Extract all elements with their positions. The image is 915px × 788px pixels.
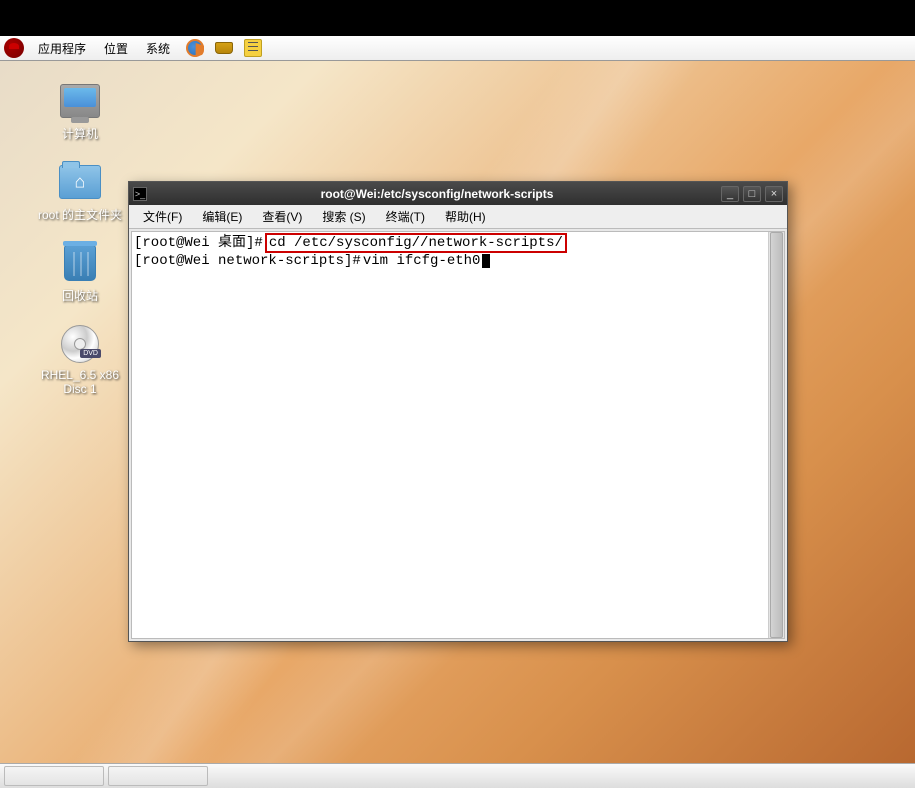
desktop-icon-label: 回收站 <box>62 287 98 304</box>
firefox-icon <box>186 39 204 57</box>
terminal-line-1: [root@Wei 桌面]# cd /etc/sysconfig//networ… <box>134 233 766 253</box>
taskbar-entry[interactable] <box>108 766 208 786</box>
term-menu-help[interactable]: 帮助(H) <box>435 205 496 228</box>
desktop-icon-label: 计算机 <box>62 125 98 142</box>
top-black-bar <box>0 0 915 36</box>
trash-icon <box>64 245 96 281</box>
computer-icon <box>60 84 100 118</box>
package-icon <box>215 42 233 54</box>
desktop-icon-label: root 的主文件夹 <box>38 206 122 223</box>
notes-icon <box>244 39 262 57</box>
terminal-scrollbar[interactable] <box>768 232 784 638</box>
term-menu-edit[interactable]: 编辑(E) <box>192 205 252 228</box>
maximize-button[interactable]: □ <box>743 186 761 202</box>
window-controls: _ □ × <box>721 186 783 202</box>
terminal-body-wrap: [root@Wei 桌面]# cd /etc/sysconfig//networ… <box>131 231 785 639</box>
bottom-taskbar <box>0 763 915 788</box>
command-text: vim ifcfg-eth0 <box>363 253 481 269</box>
notes-launcher[interactable] <box>241 37 265 59</box>
close-button[interactable]: × <box>765 186 783 202</box>
top-menubar: 应用程序 位置 系统 <box>0 36 915 61</box>
scrollbar-thumb[interactable] <box>770 232 783 638</box>
dvd-icon <box>61 325 99 363</box>
desktop-icon-dvd[interactable]: RHEL_6.5 x86 Disc 1 <box>41 324 119 396</box>
menu-places[interactable]: 位置 <box>96 38 136 59</box>
firefox-launcher[interactable] <box>183 37 207 59</box>
menu-system[interactable]: 系统 <box>138 38 178 59</box>
term-menu-terminal[interactable]: 终端(T) <box>376 205 435 228</box>
home-folder-icon <box>59 165 101 199</box>
desktop-icon-home[interactable]: root 的主文件夹 <box>38 162 122 223</box>
desktop-icon-label: RHEL_6.5 x86 Disc 1 <box>41 368 119 396</box>
term-menu-file[interactable]: 文件(F) <box>133 205 192 228</box>
redhat-logo-icon[interactable] <box>4 38 24 58</box>
terminal-line-2: [root@Wei network-scripts]# vim ifcfg-et… <box>134 253 766 269</box>
desktop-icon-trash[interactable]: 回收站 <box>56 243 104 304</box>
desktop-icon-computer[interactable]: 计算机 <box>56 81 104 142</box>
terminal-output[interactable]: [root@Wei 桌面]# cd /etc/sysconfig//networ… <box>132 232 768 638</box>
prompt: [root@Wei network-scripts]# <box>134 253 361 269</box>
term-menu-search[interactable]: 搜索 (S) <box>312 205 375 228</box>
app-launcher-2[interactable] <box>212 37 236 59</box>
terminal-title-text: root@Wei:/etc/sysconfig/network-scripts <box>153 187 721 201</box>
menu-applications[interactable]: 应用程序 <box>30 38 94 59</box>
taskbar-entry[interactable] <box>4 766 104 786</box>
highlighted-command: cd /etc/sysconfig//network-scripts/ <box>265 233 567 253</box>
desktop-icons-column: 计算机 root 的主文件夹 回收站 RHEL_6.5 x86 Disc 1 <box>30 81 130 396</box>
cursor-icon <box>482 254 490 268</box>
term-menu-view[interactable]: 查看(V) <box>252 205 312 228</box>
terminal-window: >_ root@Wei:/etc/sysconfig/network-scrip… <box>128 181 788 642</box>
prompt: [root@Wei 桌面]# <box>134 235 263 251</box>
terminal-titlebar[interactable]: >_ root@Wei:/etc/sysconfig/network-scrip… <box>129 182 787 205</box>
terminal-titlebar-icon: >_ <box>133 187 147 201</box>
minimize-button[interactable]: _ <box>721 186 739 202</box>
desktop-background[interactable]: 计算机 root 的主文件夹 回收站 RHEL_6.5 x86 Disc 1 >… <box>0 61 915 763</box>
terminal-menubar: 文件(F) 编辑(E) 查看(V) 搜索 (S) 终端(T) 帮助(H) <box>129 205 787 229</box>
